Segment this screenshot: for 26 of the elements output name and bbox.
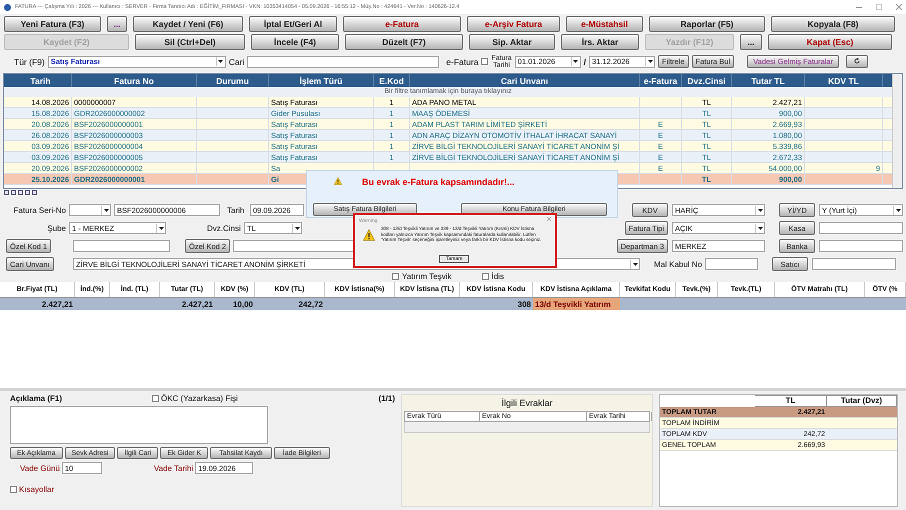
notes-label: Açıklama (F1) [10,394,64,403]
field-label: Şube [46,224,66,232]
efatura-label: e-Fatura [446,56,478,66]
field-label: Tarih [227,206,246,214]
date-separator: / [584,56,586,66]
option-label: Yatırım Teşvik [402,272,452,281]
field-label: Dvz.Cinsi [207,224,241,232]
table-cell: 13/d Teşvikli Yatırım [533,298,620,310]
table-cell-text: 2.427,21 [40,298,74,310]
field-label: Vade Tarihi [154,464,194,472]
shortcuts-label: Kısayollar [19,485,54,494]
panel-title: İlgili Evraklar [500,397,554,410]
okc-label: ÖKC (Yazarkasa) Fişi [161,394,238,403]
field-label: Fatura Seri-No [12,206,66,214]
table-cell-text: 2.427,21 [180,298,214,310]
table-cell-text: 308 [516,298,532,310]
table-cell-text: 10,00 [232,298,254,310]
table-cell-text: 242,72 [298,298,324,310]
column-header: Tutar (Dvz) [827,395,897,407]
column-header: TL [755,395,827,407]
page-counter: (1/1) [378,394,395,403]
option-label: İdis [492,272,504,281]
field-label: Vade Günü [20,464,60,472]
field-label: Mal Kabul No [654,260,702,268]
type-label: Tür (F9) [14,56,45,66]
cari-label: Cari [228,56,244,66]
